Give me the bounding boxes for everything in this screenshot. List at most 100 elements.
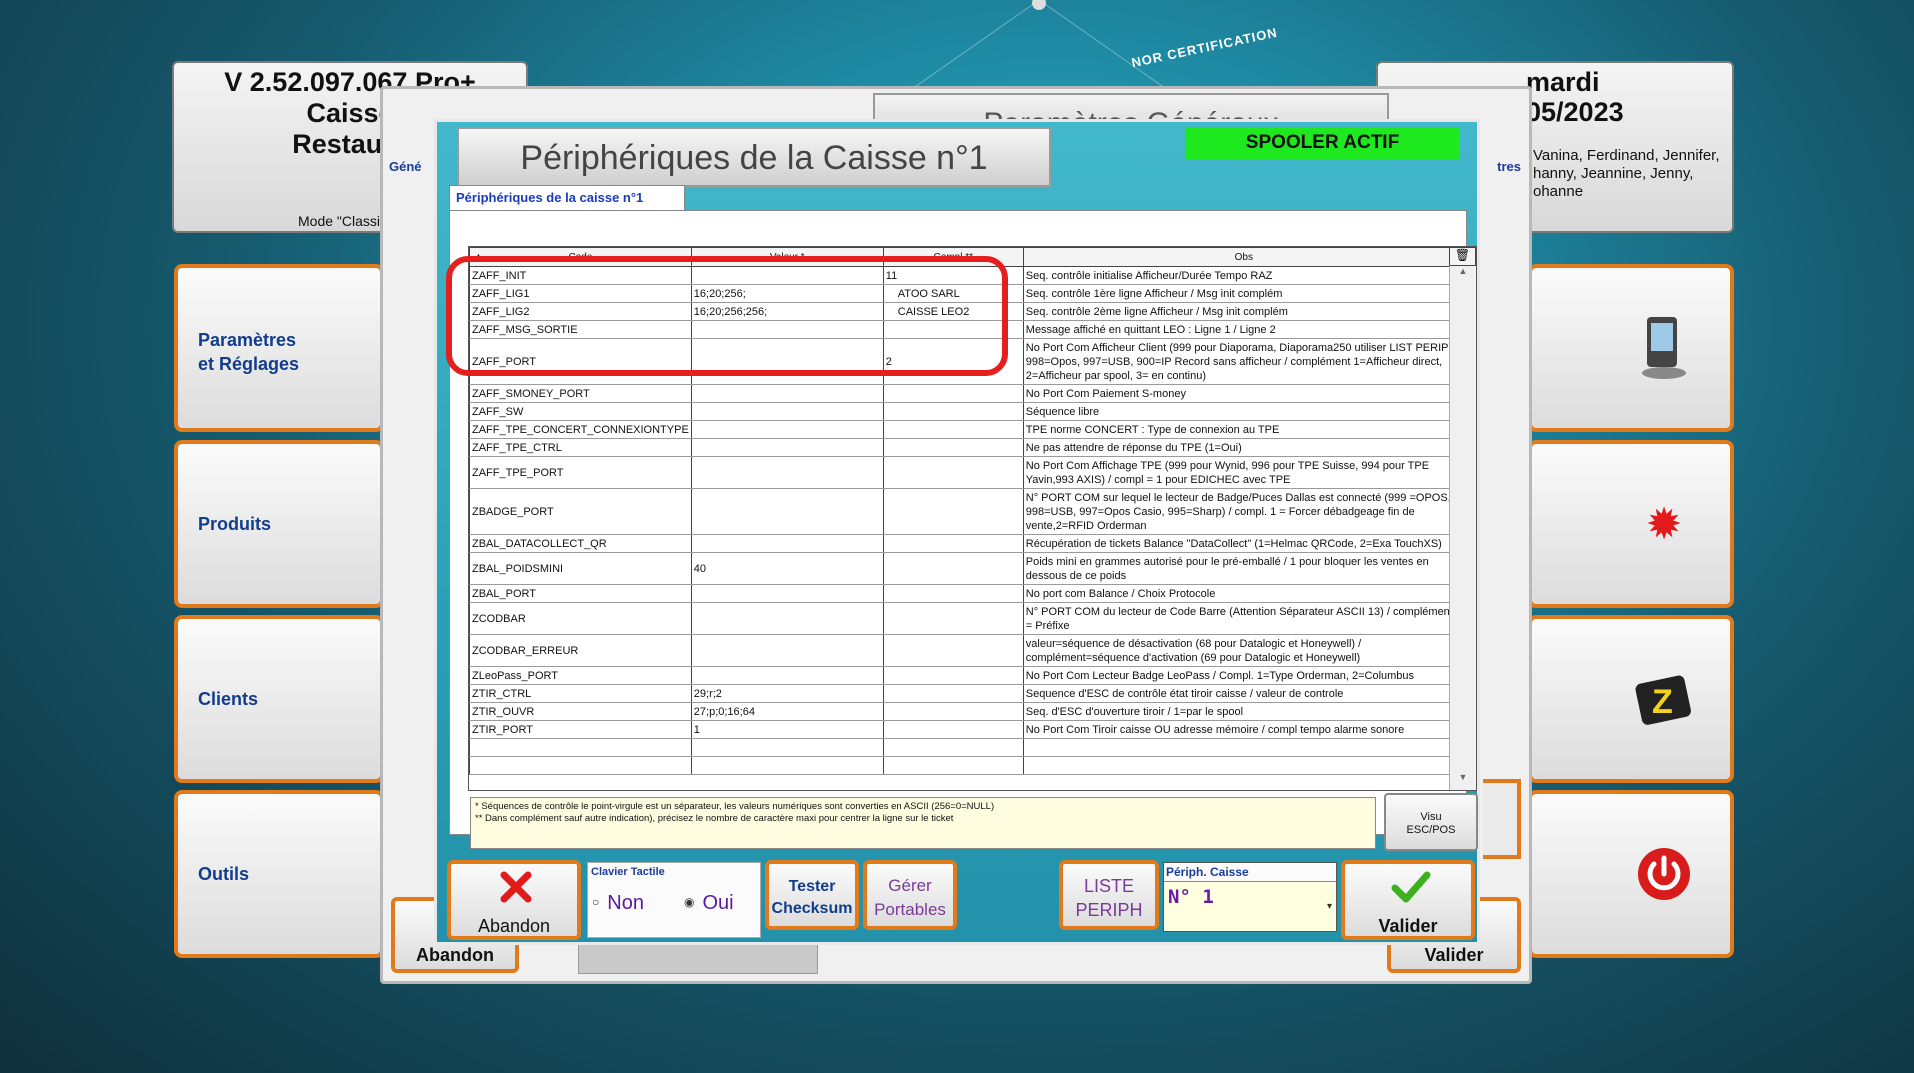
table-row-empty[interactable] [469, 756, 1465, 775]
cell-code[interactable]: ZAFF_TPE_CTRL [469, 438, 692, 457]
cell-code[interactable]: ZAFF_TPE_CONCERT_CONNEXIONTYPE [469, 420, 692, 439]
cell-code[interactable]: ZCODBAR_ERREUR [469, 634, 692, 667]
cell-compl[interactable] [882, 684, 1024, 703]
cell-empty[interactable] [1022, 738, 1465, 757]
cell-compl[interactable] [882, 402, 1024, 421]
column-header-obs[interactable]: Obs [1022, 247, 1465, 267]
scroll-up-icon[interactable]: ▲ [1450, 266, 1476, 284]
cell-code[interactable]: ZBAL_POIDSMINI [469, 552, 692, 585]
cell-code[interactable]: ZTIR_OUVR [469, 702, 692, 721]
column-header-code[interactable]: ▲ Code [469, 247, 692, 267]
cell-obs[interactable]: TPE norme CONCERT : Type de connexion au… [1022, 420, 1465, 439]
cell-obs[interactable]: No Port Com Afficheur Client (999 pour D… [1022, 338, 1465, 385]
mid-tab-left[interactable]: Géné [389, 159, 422, 174]
column-header-valeur[interactable]: Valeur * [690, 247, 884, 267]
produits-button[interactable]: Produits [174, 440, 384, 608]
right-button-euro[interactable]: ✹ [1528, 440, 1734, 608]
outils-button[interactable]: Outils [174, 790, 384, 958]
cell-code[interactable]: ZLeoPass_PORT [469, 666, 692, 685]
cell-valeur[interactable]: 16;20;256;256; [690, 302, 884, 321]
cell-empty[interactable] [1022, 756, 1465, 775]
right-button-power[interactable] [1528, 790, 1734, 958]
cell-obs[interactable]: Seq. contrôle 1ère ligne Afficheur / Msg… [1022, 284, 1465, 303]
column-header-compl[interactable]: Compl.** [882, 247, 1024, 267]
table-row[interactable]: ZCODBAR N° PORT COM du lecteur de Code Ba… [469, 602, 1465, 635]
table-row[interactable]: ZAFF_MSG_SORTIE Message affiché en quitta… [469, 320, 1465, 339]
cell-code[interactable]: ZBADGE_PORT [469, 488, 692, 535]
cell-valeur[interactable]: 29;r;2 [690, 684, 884, 703]
table-scrollbar[interactable]: ▲ ▼ [1449, 266, 1476, 790]
cell-code[interactable]: ZAFF_INIT [469, 266, 692, 285]
cell-compl[interactable] [882, 702, 1024, 721]
cell-obs[interactable]: valeur=séquence de désactivation (68 pou… [1022, 634, 1465, 667]
cell-compl[interactable] [882, 534, 1024, 553]
cell-valeur[interactable] [690, 456, 884, 489]
cell-compl[interactable] [882, 384, 1024, 403]
cell-valeur[interactable] [690, 438, 884, 457]
cell-valeur[interactable]: 40 [690, 552, 884, 585]
cell-empty[interactable] [469, 738, 692, 757]
cell-compl[interactable] [882, 456, 1024, 489]
scroll-down-icon[interactable]: ▼ [1450, 772, 1476, 790]
table-row[interactable]: ZAFF_TPE_PORT No Port Com Affichage TPE (… [469, 456, 1465, 489]
cell-code[interactable]: ZAFF_LIG2 [469, 302, 692, 321]
cell-compl[interactable]: 2 [882, 338, 1024, 385]
table-row[interactable]: ZTIR_CTRL 29;r;2 Sequence d'ESC de contrôl… [469, 684, 1465, 703]
cell-empty[interactable] [690, 738, 884, 757]
table-row-empty[interactable] [469, 738, 1465, 757]
clients-button[interactable]: Clients [174, 615, 384, 783]
cell-compl[interactable] [882, 634, 1024, 667]
cell-compl[interactable] [882, 420, 1024, 439]
cell-obs[interactable]: Sequence d'ESC de contrôle état tiroir c… [1022, 684, 1465, 703]
cell-compl[interactable]: CAISSE LEO2 [882, 302, 1024, 321]
table-row[interactable]: ZAFF_LIG1 16;20;256; ATOO SARL Seq. contrôl… [469, 284, 1465, 303]
cell-empty[interactable] [882, 756, 1024, 775]
table-row[interactable]: ZBADGE_PORT N° PORT COM sur lequel le lec… [469, 488, 1465, 535]
cell-code[interactable]: ZBAL_PORT [469, 584, 692, 603]
visu-escpos-button[interactable]: Visu ESC/POS [1384, 793, 1478, 851]
liste-periph-button[interactable]: LISTE PERIPH [1059, 860, 1159, 930]
cell-obs[interactable]: Récupération de tickets Balance "DataCol… [1022, 534, 1465, 553]
cell-valeur[interactable] [690, 534, 884, 553]
tab-peripheriques[interactable]: Périphériques de la caisse n°1 [449, 185, 685, 211]
clavier-non-radio[interactable]: ○ Non [592, 892, 644, 915]
cell-valeur[interactable] [690, 420, 884, 439]
table-row[interactable]: ZCODBAR_ERREUR valeur=séquence de désacti… [469, 634, 1465, 667]
cell-empty[interactable] [690, 756, 884, 775]
mid-side-button[interactable] [1483, 779, 1521, 859]
cell-valeur[interactable] [690, 634, 884, 667]
cell-code[interactable]: ZCODBAR [469, 602, 692, 635]
cell-valeur[interactable]: 1 [690, 720, 884, 739]
cell-obs[interactable]: Seq. contrôle 2ème ligne Afficheur / Msg… [1022, 302, 1465, 321]
cell-obs[interactable]: No Port Com Tiroir caisse OU adresse mém… [1022, 720, 1465, 739]
clavier-oui-radio[interactable]: ◉ Oui [684, 892, 734, 915]
table-row[interactable]: ZAFF_PORT 2 No Port Com Afficheur Client (… [469, 338, 1465, 385]
cell-valeur[interactable] [690, 488, 884, 535]
cell-code[interactable]: ZAFF_MSG_SORTIE [469, 320, 692, 339]
cell-obs[interactable]: No Port Com Affichage TPE (999 pour Wyni… [1022, 456, 1465, 489]
chevron-down-icon[interactable]: ▾ [1327, 901, 1332, 912]
table-row[interactable]: ZAFF_SW Séquence libre [469, 402, 1465, 421]
cell-obs[interactable]: Message affiché en quittant LEO : Ligne … [1022, 320, 1465, 339]
cell-obs[interactable]: No Port Com Lecteur Badge LeoPass / Comp… [1022, 666, 1465, 685]
cell-valeur[interactable]: 16;20;256; [690, 284, 884, 303]
cell-valeur[interactable]: 27;p;0;16;64 [690, 702, 884, 721]
cell-code[interactable]: ZAFF_SMONEY_PORT [469, 384, 692, 403]
cell-compl[interactable]: 11 [882, 266, 1024, 285]
cell-valeur[interactable] [690, 666, 884, 685]
gerer-portables-button[interactable]: Gérer Portables [863, 860, 957, 930]
table-row[interactable]: ZBAL_PORT No port com Balance / Choix Pro… [469, 584, 1465, 603]
cell-obs[interactable]: N° PORT COM du lecteur de Code Barre (At… [1022, 602, 1465, 635]
abandon-button[interactable]: Abandon [447, 860, 581, 940]
trash-icon[interactable]: 🗑 [1449, 247, 1476, 266]
right-button-pda[interactable] [1528, 264, 1734, 432]
table-row[interactable]: ZTIR_PORT 1 No Port Com Tiroir caisse OU a… [469, 720, 1465, 739]
table-row[interactable]: ZTIR_OUVR 27;p;0;16;64 Seq. d'ESC d'ouvert… [469, 702, 1465, 721]
cell-compl[interactable] [882, 584, 1024, 603]
cell-empty[interactable] [469, 756, 692, 775]
cell-obs[interactable]: Poids mini en grammes autorisé pour le p… [1022, 552, 1465, 585]
table-row[interactable]: ZAFF_SMONEY_PORT No Port Com Paiement S-m… [469, 384, 1465, 403]
cell-obs[interactable]: No Port Com Paiement S-money [1022, 384, 1465, 403]
cell-compl[interactable] [882, 552, 1024, 585]
table-row[interactable]: ZAFF_TPE_CTRL Ne pas attendre de réponse … [469, 438, 1465, 457]
